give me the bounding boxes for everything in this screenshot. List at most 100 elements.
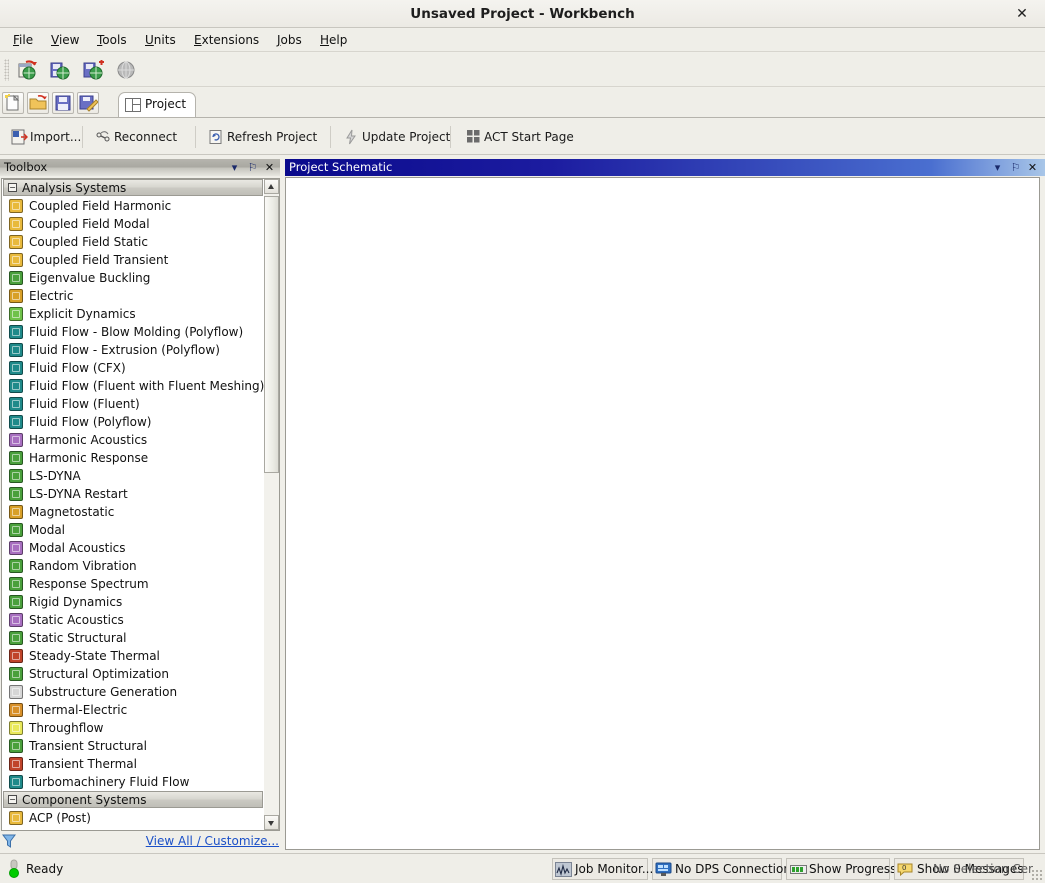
- globe-icon[interactable]: [113, 58, 139, 83]
- act-start-page-button[interactable]: ACT Start Page: [462, 124, 574, 150]
- job-monitor-button[interactable]: Job Monitor...: [552, 858, 653, 880]
- toolbox-item[interactable]: Coupled Field Transient: [2, 251, 264, 269]
- toolbox-item-label: Static Structural: [29, 631, 127, 645]
- toolbox-scrollbar[interactable]: [264, 178, 280, 831]
- toolbox-tree[interactable]: − Analysis Systems Coupled Field Harmonic C…: [1, 178, 264, 831]
- toolbox-item[interactable]: Throughflow: [2, 719, 264, 737]
- save-project-globe-icon[interactable]: [80, 58, 106, 83]
- toolbox-item[interactable]: ACP (Post): [2, 809, 264, 827]
- save-as-icon[interactable]: [77, 92, 99, 114]
- schematic-pin-icon[interactable]: ⚐: [1008, 160, 1023, 175]
- toolbox-item[interactable]: Modal: [2, 521, 264, 539]
- toolbox-item-label: Static Acoustics: [29, 613, 124, 627]
- reconnect-button[interactable]: Reconnect: [92, 124, 177, 150]
- new-project-globe-icon[interactable]: [14, 58, 40, 83]
- toolbox-item[interactable]: Transient Thermal: [2, 755, 264, 773]
- toolbox-item[interactable]: Transient Structural: [2, 737, 264, 755]
- acoustics-icon: [9, 433, 23, 447]
- toolbox-item[interactable]: Turbomachinery Fluid Flow: [2, 773, 264, 791]
- toolbox-item[interactable]: Coupled Field Modal: [2, 215, 264, 233]
- toolbox-item-label: Harmonic Response: [29, 451, 149, 465]
- new-file-icon[interactable]: [2, 92, 24, 114]
- open-folder-icon[interactable]: [27, 92, 49, 114]
- toolbox-item-label: Turbomachinery Fluid Flow: [29, 775, 190, 789]
- toolbox-pin-icon[interactable]: ⚐: [245, 160, 260, 175]
- window-title: Unsaved Project - Workbench: [410, 6, 635, 22]
- schematic-panel-header: Project Schematic ▾ ⚐ ✕: [285, 159, 1045, 176]
- toolbox-item[interactable]: Static Acoustics: [2, 611, 264, 629]
- toolbox-item-label: Fluid Flow (CFX): [29, 361, 126, 375]
- menu-item-extensions[interactable]: Extensions: [187, 29, 266, 52]
- toolbox-item[interactable]: Response Spectrum: [2, 575, 264, 593]
- toolbox-item[interactable]: Substructure Generation: [2, 683, 264, 701]
- scrollbar-thumb[interactable]: [264, 196, 279, 473]
- toolbox-item[interactable]: Modal Acoustics: [2, 539, 264, 557]
- refresh-project-button[interactable]: Refresh Project: [205, 124, 317, 150]
- window-resize-grip[interactable]: [1031, 869, 1043, 881]
- window-close-button[interactable]: ✕: [1007, 4, 1037, 24]
- acoustics-icon: [9, 613, 23, 627]
- toolbar-grip[interactable]: [4, 59, 9, 81]
- scroll-up-arrow-icon[interactable]: [264, 179, 279, 194]
- scroll-down-arrow-icon[interactable]: [264, 815, 279, 830]
- toolbox-close-icon[interactable]: ✕: [262, 160, 277, 175]
- show-messages-button[interactable]: 0 Show 0 Messages No Selection Cer: [894, 858, 1033, 880]
- show-progress-button[interactable]: Show Progress: [786, 858, 896, 880]
- toolbox-item-label: Transient Structural: [29, 739, 147, 753]
- toolbox-item-label: Electric: [29, 289, 74, 303]
- schematic-dropdown-icon[interactable]: ▾: [990, 160, 1005, 175]
- toolbox-item[interactable]: Structural Optimization: [2, 665, 264, 683]
- toolbox-dropdown-icon[interactable]: ▾: [227, 160, 242, 175]
- toolbox-item-label: Random Vibration: [29, 559, 137, 573]
- menu-item-view[interactable]: View: [44, 29, 86, 52]
- electric-icon: [9, 289, 23, 303]
- toolbox-item[interactable]: Thermal-Electric: [2, 701, 264, 719]
- toolbox-group-header[interactable]: − Component Systems: [3, 791, 263, 808]
- fluid-flow-icon: [9, 343, 23, 357]
- coupled-field-icon: [9, 199, 23, 213]
- toolbox-item[interactable]: Harmonic Acoustics: [2, 431, 264, 449]
- schematic-close-icon[interactable]: ✕: [1025, 160, 1040, 175]
- toolbox-group-header[interactable]: − Analysis Systems: [3, 179, 263, 196]
- toolbox-item[interactable]: Fluid Flow - Blow Molding (Polyflow): [2, 323, 264, 341]
- toolbox-item[interactable]: Rigid Dynamics: [2, 593, 264, 611]
- toolbox-item-label: Throughflow: [29, 721, 104, 735]
- coupled-field-icon: [9, 253, 23, 267]
- toolbox-item[interactable]: Coupled Field Static: [2, 233, 264, 251]
- toolbox-item[interactable]: Fluid Flow (Polyflow): [2, 413, 264, 431]
- toolbox-item[interactable]: LS-DYNA: [2, 467, 264, 485]
- title-bar: Unsaved Project - Workbench ✕: [0, 0, 1045, 28]
- dps-connection-button[interactable]: No DPS Connection: [652, 858, 791, 880]
- toolbox-item[interactable]: Fluid Flow (Fluent with Fluent Meshing): [2, 377, 264, 395]
- toolbox-item[interactable]: Fluid Flow - Extrusion (Polyflow): [2, 341, 264, 359]
- toolbox-item-label: Explicit Dynamics: [29, 307, 136, 321]
- project-toolbar: Import... Reconnect Refresh Project Upda…: [0, 119, 1045, 155]
- toolbox-item[interactable]: Explicit Dynamics: [2, 305, 264, 323]
- toolbox-item[interactable]: Fluid Flow (Fluent): [2, 395, 264, 413]
- toolbox-item[interactable]: Harmonic Response: [2, 449, 264, 467]
- update-project-button[interactable]: Update Project: [340, 124, 450, 150]
- view-all-customize-link[interactable]: View All / Customize...: [146, 832, 279, 850]
- toolbox-item[interactable]: Random Vibration: [2, 557, 264, 575]
- menu-item-jobs[interactable]: Jobs: [270, 29, 309, 52]
- toolbox-item[interactable]: Static Structural: [2, 629, 264, 647]
- open-project-globe-icon[interactable]: [47, 58, 73, 83]
- menu-item-file[interactable]: File: [6, 29, 40, 52]
- group-expander-icon[interactable]: −: [8, 795, 17, 804]
- import-button[interactable]: Import...: [8, 124, 81, 150]
- toolbox-item[interactable]: Electric: [2, 287, 264, 305]
- toolbox-item[interactable]: Magnetostatic: [2, 503, 264, 521]
- menu-item-help[interactable]: Help: [313, 29, 354, 52]
- funnel-icon[interactable]: [2, 833, 16, 849]
- menu-item-tools[interactable]: Tools: [90, 29, 134, 52]
- toolbox-item[interactable]: Steady-State Thermal: [2, 647, 264, 665]
- toolbox-item[interactable]: Eigenvalue Buckling: [2, 269, 264, 287]
- menu-item-units[interactable]: Units: [138, 29, 183, 52]
- toolbox-item[interactable]: Fluid Flow (CFX): [2, 359, 264, 377]
- tab-project[interactable]: Project: [118, 92, 196, 118]
- group-expander-icon[interactable]: −: [8, 183, 17, 192]
- schematic-canvas[interactable]: [285, 177, 1040, 850]
- save-icon[interactable]: [52, 92, 74, 114]
- toolbox-item[interactable]: Coupled Field Harmonic: [2, 197, 264, 215]
- toolbox-item[interactable]: LS-DYNA Restart: [2, 485, 264, 503]
